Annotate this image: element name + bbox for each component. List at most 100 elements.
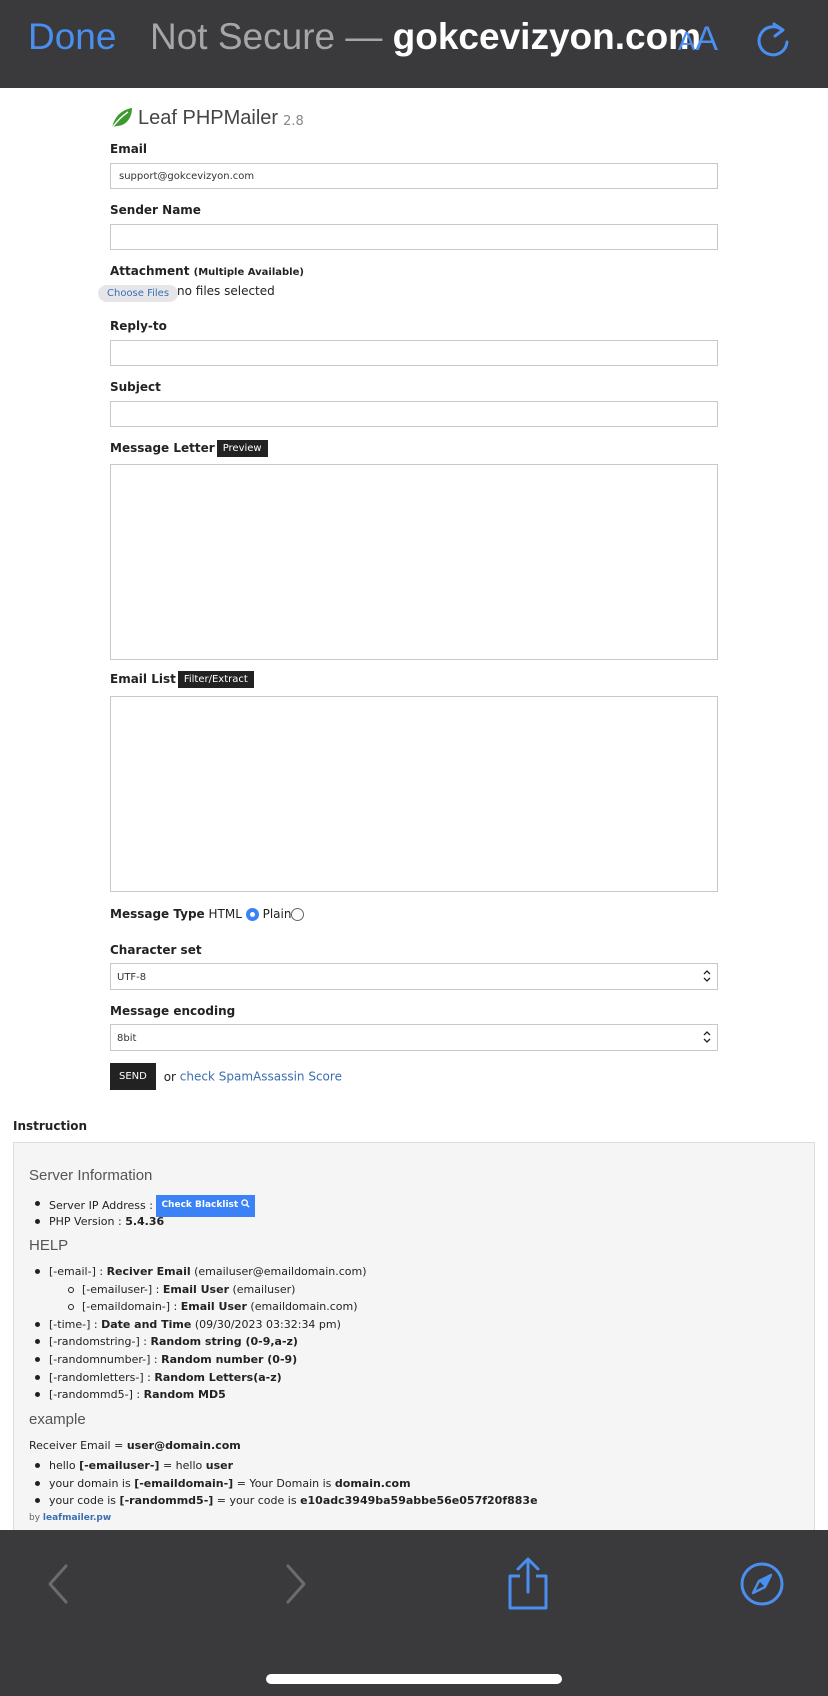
help-item: [-emaildomain-] : Email User (emaildomai…	[68, 1298, 367, 1316]
aa-big-letter: A	[695, 20, 719, 58]
share-icon[interactable]	[504, 1556, 552, 1612]
web-page: Leaf PHPMailer 2.8 Email support@gokcevi…	[0, 88, 828, 1530]
message-letter-textarea[interactable]	[110, 464, 718, 660]
reload-icon[interactable]	[754, 18, 794, 62]
html-option-label: HTML	[208, 907, 242, 921]
receiver-prefix: Receiver Email =	[29, 1439, 124, 1452]
help-bold: Random Letters(a-z)	[154, 1370, 282, 1384]
help-item: [-time-] : Date and Time (09/30/2023 03:…	[35, 1316, 367, 1334]
check-blacklist-label: Check Blacklist	[161, 1200, 239, 1210]
brand-header: Leaf PHPMailer 2.8	[110, 106, 304, 130]
attachment-label: Attachment (Multiple Available)	[110, 264, 304, 278]
choose-files-button[interactable]: Choose Files	[98, 285, 179, 302]
example-item: your domain is [-emaildomain-] = Your Do…	[35, 1475, 538, 1493]
help-rest: (emaildomain.com)	[250, 1300, 358, 1314]
example-item: your code is [-randommd5-] = your code i…	[35, 1492, 538, 1510]
help-bold: Random string (0-9,a-z)	[150, 1335, 298, 1349]
help-bold: Email User	[180, 1300, 247, 1314]
help-tag: [-randomnumber-] :	[49, 1352, 158, 1366]
leaf-icon	[111, 108, 132, 129]
not-secure-label: Not Secure —	[150, 16, 393, 57]
php-version-item: PHP Version : 5.4.36	[34, 1213, 255, 1231]
receiver-value: user@domain.com	[126, 1439, 241, 1452]
reader-text-size-button[interactable]: AA	[678, 20, 718, 59]
reply-to-label: Reply-to	[110, 319, 167, 333]
charset-value: UTF-8	[117, 972, 147, 983]
spamassassin-link[interactable]: check SpamAssassin Score	[180, 1070, 342, 1084]
email-label: Email	[110, 142, 148, 156]
help-tag: [-randomstring-] :	[49, 1335, 147, 1349]
search-icon	[241, 1199, 250, 1208]
browser-top-bar: Done Not Secure — gokcevizyon.com AA	[0, 0, 828, 88]
charset-label: Character set	[110, 943, 202, 957]
message-type-row: Message Type HTML Plain	[110, 907, 305, 921]
example-tag: [-emaildomain-]	[134, 1476, 234, 1490]
encoding-select[interactable]: 8bit	[110, 1024, 718, 1051]
attachment-sub-label: (Multiple Available)	[193, 267, 304, 278]
php-version-label: PHP Version :	[49, 1214, 122, 1228]
aa-small-letter: A	[678, 26, 696, 56]
help-item: [-email-] : Reciver Email (emailuser@ema…	[35, 1263, 367, 1281]
help-tag: [-randommd5-] :	[49, 1388, 141, 1402]
help-tag: [-emailuser-] :	[82, 1282, 160, 1296]
help-tag: [-randomletters-] :	[49, 1370, 151, 1384]
help-rest: (emailuser@emaildomain.com)	[194, 1265, 367, 1278]
receiver-email-line: Receiver Email = user@domain.com	[29, 1439, 241, 1452]
email-list-text: Email List	[110, 672, 176, 686]
subject-field[interactable]	[110, 401, 718, 427]
help-bold: Email User	[162, 1282, 229, 1296]
help-item: [-randomstring-] : Random string (0-9,a-…	[35, 1333, 367, 1351]
server-info-heading: Server Information	[29, 1167, 153, 1184]
help-item: [-randommd5-] : Random MD5	[35, 1386, 367, 1404]
brand-version: 2.8	[283, 113, 304, 129]
address-bar[interactable]: Not Secure — gokcevizyon.com	[150, 16, 701, 58]
credit-line: by leafmailer.pw	[29, 1513, 111, 1523]
brand-name: Leaf PHPMailer	[138, 106, 279, 129]
plain-option-label: Plain	[262, 907, 292, 921]
send-row: SEND or check SpamAssassin Score	[110, 1063, 342, 1090]
server-info-list: Server IP Address : Check Blacklist PHP …	[34, 1195, 256, 1231]
email-field[interactable]: support@gokcevizyon.com	[110, 163, 718, 189]
select-chevron-icon	[703, 970, 711, 982]
message-letter-text: Message Letter	[110, 441, 215, 455]
example-tag: [-emailuser-]	[79, 1459, 160, 1472]
no-files-text: no files selected	[177, 284, 275, 298]
example-text: hello	[49, 1459, 76, 1472]
email-list-textarea[interactable]	[110, 696, 718, 892]
html-radio[interactable]	[245, 908, 259, 921]
preview-button[interactable]: Preview	[216, 440, 268, 457]
leafmailer-link[interactable]: leafmailer.pw	[43, 1513, 111, 1523]
instruction-title: Instruction	[13, 1119, 88, 1133]
help-rest: (09/30/2023 03:32:34 pm)	[194, 1317, 341, 1331]
help-tag: [-email-] :	[49, 1265, 104, 1278]
plain-radio[interactable]	[291, 908, 305, 921]
help-item: [-randomletters-] : Random Letters(a-z)	[35, 1369, 367, 1387]
example-heading: example	[29, 1411, 86, 1428]
select-chevron-icon	[703, 1031, 711, 1043]
example-result-value: user	[205, 1459, 233, 1472]
example-result-text: = Your Domain is	[236, 1476, 332, 1490]
example-result-text: = your code is	[216, 1494, 297, 1508]
sender-name-field[interactable]	[110, 224, 718, 250]
server-ip-label: Server IP Address :	[49, 1198, 153, 1212]
encoding-label: Message encoding	[110, 1004, 236, 1018]
email-list-label: Email List Filter/Extract	[110, 671, 254, 688]
charset-select[interactable]: UTF-8	[110, 963, 718, 990]
help-bold: Random number (0-9)	[161, 1352, 298, 1366]
or-text: or	[163, 1069, 176, 1084]
home-indicator	[266, 1674, 562, 1684]
filter-extract-button[interactable]: Filter/Extract	[177, 671, 254, 688]
back-chevron-icon[interactable]	[44, 1562, 72, 1606]
send-button[interactable]: SEND	[110, 1063, 156, 1090]
compass-icon[interactable]	[738, 1560, 786, 1608]
reply-to-field[interactable]	[110, 340, 718, 366]
browser-bottom-toolbar	[0, 1530, 828, 1696]
subject-label: Subject	[110, 380, 161, 394]
done-button[interactable]: Done	[28, 16, 116, 58]
example-text: your code is	[49, 1494, 117, 1508]
help-heading: HELP	[29, 1237, 69, 1254]
example-result-text: = hello	[162, 1459, 203, 1472]
help-bold: Random MD5	[143, 1388, 226, 1402]
message-letter-label: Message Letter Preview	[110, 440, 268, 457]
forward-chevron-icon[interactable]	[282, 1562, 310, 1606]
